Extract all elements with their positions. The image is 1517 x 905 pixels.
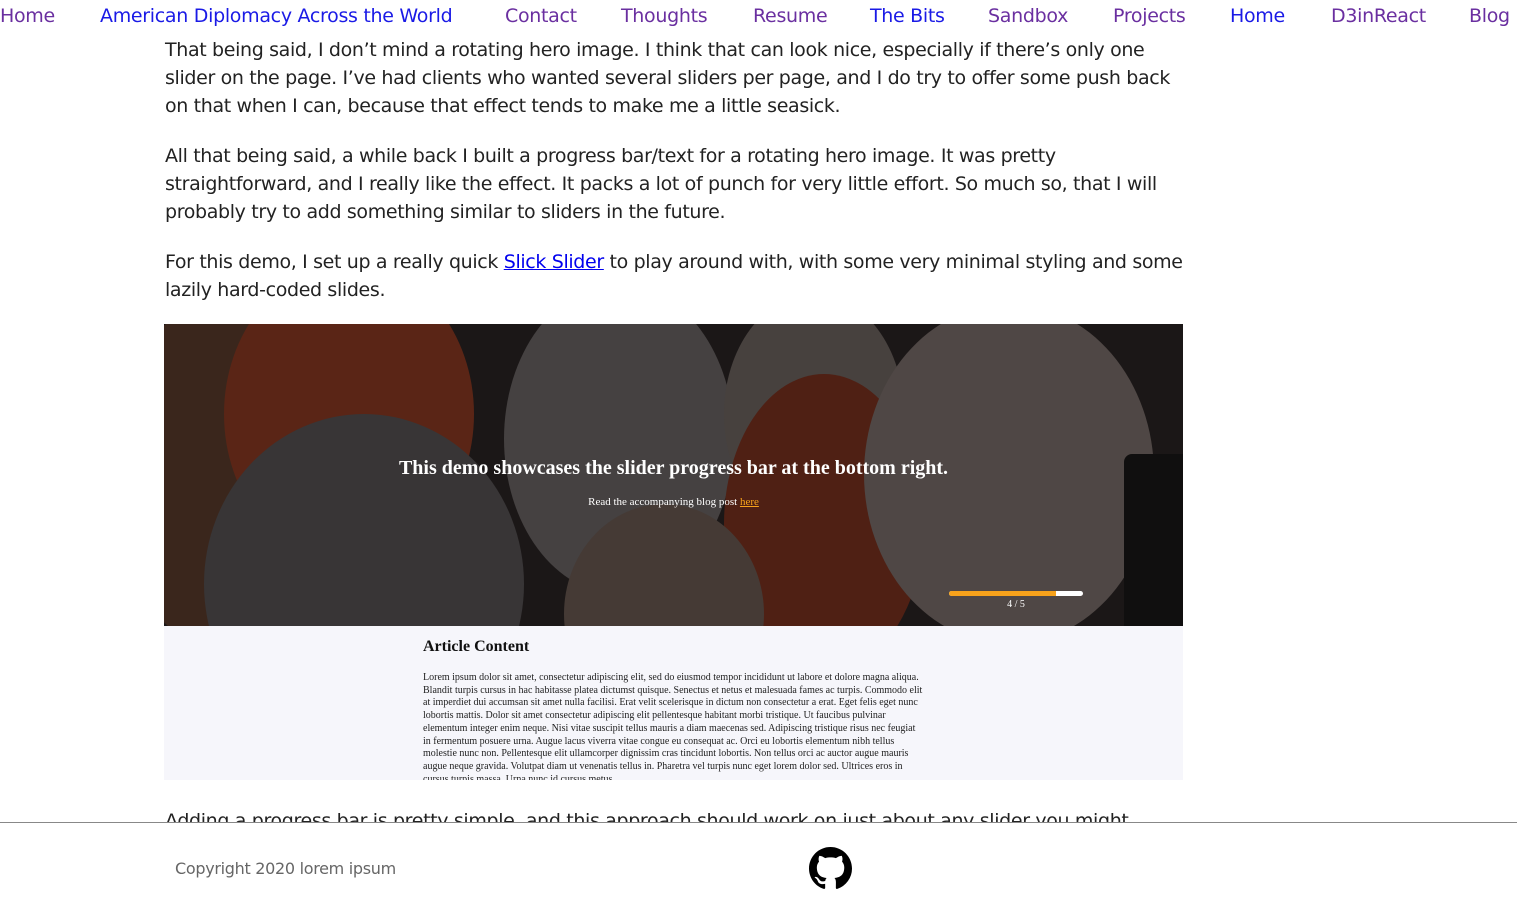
footer: Copyright 2020 lorem ipsum xyxy=(0,822,1517,905)
nav-link-d3inreact[interactable]: D3inReact xyxy=(1331,5,1426,27)
hero-subtitle-text: Read the accompanying blog post xyxy=(588,496,740,508)
nav-link-home-2[interactable]: Home xyxy=(1230,5,1285,27)
nav-link-contact[interactable]: Contact xyxy=(505,5,577,27)
article-paragraph-partial: Adding a progress bar is pretty simple, … xyxy=(165,810,1129,823)
demo-article-body: Lorem ipsum dolor sit amet, consectetur … xyxy=(423,672,923,780)
top-nav: Home American Diplomacy Across the World… xyxy=(0,0,1517,36)
nav-link-the-bits[interactable]: The Bits xyxy=(870,5,945,27)
hero-slide[interactable]: This demo showcases the slider progress … xyxy=(164,324,1183,626)
demo-article: Article Content Lorem ipsum dolor sit am… xyxy=(423,638,925,780)
nav-link-thoughts[interactable]: Thoughts xyxy=(621,5,708,27)
article-paragraph: All that being said, a while back I buil… xyxy=(165,145,1157,223)
slider-demo-embed: This demo showcases the slider progress … xyxy=(164,324,1183,780)
nav-link-sandbox[interactable]: Sandbox xyxy=(988,5,1068,27)
paragraph-text: For this demo, I set up a really quick xyxy=(165,251,504,273)
blog-post-link[interactable]: here xyxy=(740,496,759,508)
hero-title: This demo showcases the slider progress … xyxy=(398,457,949,479)
nav-link-home[interactable]: Home xyxy=(0,5,55,27)
slider-progress-fill xyxy=(949,591,1057,596)
nav-link-resume[interactable]: Resume xyxy=(753,5,828,27)
slider-progress-bar xyxy=(949,591,1083,596)
article-paragraph: That being said, I don’t mind a rotating… xyxy=(165,39,1170,117)
github-icon xyxy=(809,847,852,889)
nav-link-blog[interactable]: Blog xyxy=(1469,5,1510,27)
nav-link-american-diplomacy[interactable]: American Diplomacy Across the World xyxy=(100,5,453,27)
demo-article-heading: Article Content xyxy=(423,638,530,655)
slick-slider-link[interactable]: Slick Slider xyxy=(504,251,604,273)
hero-subtitle: Read the accompanying blog post here xyxy=(164,496,1183,508)
github-link[interactable] xyxy=(809,847,852,890)
nav-link-projects[interactable]: Projects xyxy=(1113,5,1186,27)
slide-counter: 4 / 5 xyxy=(1007,599,1025,610)
article-paragraph-demo: For this demo, I set up a really quick S… xyxy=(165,248,1183,304)
article-content: That being said, I don’t mind a rotating… xyxy=(165,36,1183,304)
copyright-text: Copyright 2020 lorem ipsum xyxy=(175,859,396,878)
